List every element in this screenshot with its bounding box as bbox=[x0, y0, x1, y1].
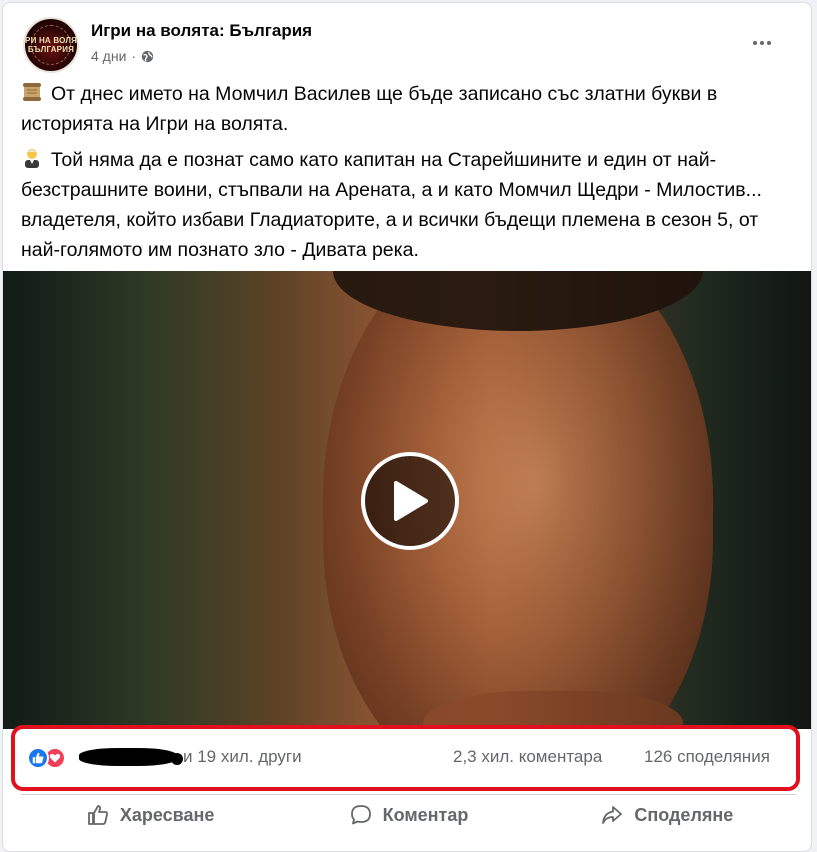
post-time[interactable]: 4 дни bbox=[91, 48, 126, 64]
comment-icon bbox=[350, 805, 371, 825]
redacted-name-tail bbox=[171, 753, 183, 765]
avatar-ring bbox=[31, 25, 71, 65]
reaction-count[interactable]: и 19 хил. други bbox=[183, 747, 302, 767]
scroll-icon bbox=[23, 83, 41, 101]
video-player[interactable] bbox=[3, 271, 811, 729]
post-text: От днес името на Момчил Василев ще бъде … bbox=[21, 79, 796, 271]
page-name-link[interactable]: Игри на волята: България bbox=[91, 21, 312, 41]
comment-button[interactable]: Коментар bbox=[279, 795, 537, 835]
post-meta: 4 дни · bbox=[91, 48, 154, 64]
share-count[interactable]: 126 споделяния bbox=[644, 747, 770, 767]
thumbs-up-icon bbox=[87, 805, 108, 825]
comment-count[interactable]: 2,3 хил. коментара bbox=[453, 747, 602, 767]
man-judge-icon bbox=[25, 149, 39, 168]
share-button[interactable]: Споделяне bbox=[538, 795, 796, 835]
post-paragraph-2-text: Той няма да е познат само като капитан н… bbox=[21, 149, 762, 261]
reaction-icons[interactable] bbox=[27, 747, 66, 769]
like-button[interactable]: Харесване bbox=[21, 795, 279, 835]
more-dot-icon bbox=[753, 41, 757, 45]
play-button[interactable] bbox=[361, 452, 459, 550]
like-icon bbox=[27, 747, 49, 769]
post-paragraph-1: От днес името на Момчил Василев ще бъде … bbox=[21, 79, 796, 139]
post-actions: Харесване Коментар Споделяне bbox=[21, 795, 796, 835]
post-header: ИГРИ НА ВОЛЯТА БЪЛГАРИЯ Игри на волята: … bbox=[23, 17, 791, 73]
post-card: ИГРИ НА ВОЛЯТА БЪЛГАРИЯ Игри на волята: … bbox=[2, 2, 812, 852]
share-button-label: Споделяне bbox=[634, 804, 734, 825]
more-dot-icon bbox=[767, 41, 771, 45]
meta-separator: · bbox=[131, 48, 137, 64]
globe-icon bbox=[141, 50, 154, 62]
page-avatar[interactable]: ИГРИ НА ВОЛЯТА БЪЛГАРИЯ bbox=[23, 17, 79, 73]
post-paragraph-1-text: От днес името на Момчил Василев ще бъде … bbox=[21, 83, 718, 135]
post-paragraph-2: Той няма да е познат само като капитан н… bbox=[21, 145, 796, 265]
more-options-button[interactable] bbox=[747, 33, 777, 53]
more-dot-icon bbox=[760, 41, 764, 45]
play-icon bbox=[394, 481, 428, 521]
comment-button-label: Коментар bbox=[382, 804, 469, 825]
like-button-label: Харесване bbox=[119, 804, 215, 825]
redacted-name bbox=[79, 748, 177, 766]
share-arrow-icon bbox=[602, 806, 623, 824]
